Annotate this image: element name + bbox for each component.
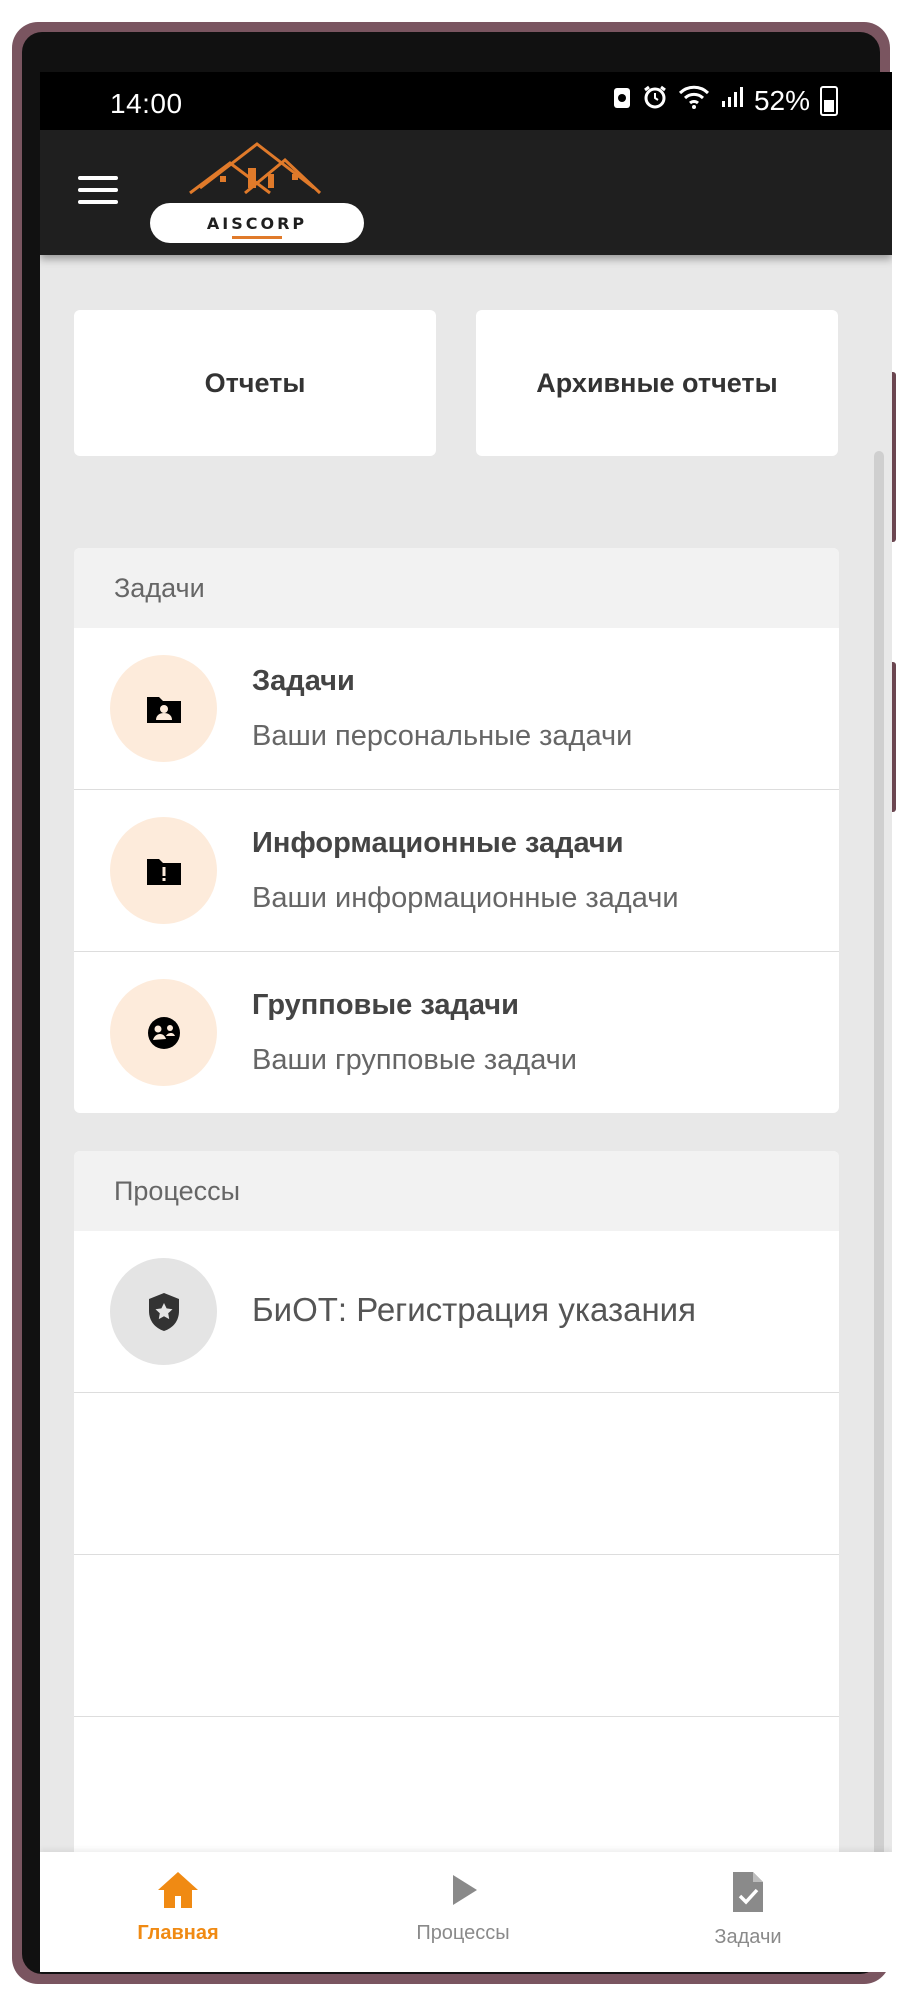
task-row-title: Групповые задачи (252, 988, 519, 1021)
tasks-section: Задачи Задачи Ваши персональные задачи И… (74, 548, 839, 1113)
task-row-personal[interactable]: Задачи Ваши персональные задачи (74, 628, 839, 790)
play-icon (453, 1875, 477, 1905)
logo-text: AISCORP (206, 213, 308, 233)
status-time: 14:00 (110, 88, 183, 119)
wifi-icon (678, 84, 710, 117)
logo-underline (232, 236, 282, 239)
task-row-informational[interactable]: Информационные задачи Ваши информационны… (74, 790, 839, 952)
group-icon (147, 1016, 180, 1049)
processes-section-header: Процессы (74, 1151, 839, 1231)
nav-tasks-label: Задачи (714, 1926, 782, 1948)
folder-person-icon-circle (110, 655, 217, 762)
task-row-text: Задачи Ваши персональные задачи (252, 665, 632, 753)
empty-row (74, 1393, 839, 1555)
task-row-title: Задачи (252, 664, 355, 697)
archived-reports-tile[interactable]: Архивные отчеты (476, 310, 838, 456)
group-icon-circle (110, 979, 217, 1086)
empty-row (74, 1717, 839, 1852)
tasks-section-header: Задачи (74, 548, 839, 628)
shield-star-icon (148, 1292, 179, 1331)
screen: 14:00 52% AISCORP Отчеты Архивные отчеты… (40, 72, 892, 1972)
battery-icon (820, 85, 838, 116)
task-row-subtitle: Ваши персональные задачи (252, 719, 633, 752)
task-row-title: Информационные задачи (252, 826, 624, 859)
task-row-text: Групповые задачи Ваши групповые задачи (252, 989, 577, 1077)
notification-icon (612, 84, 632, 117)
app-bar: AISCORP (40, 130, 892, 255)
folder-alert-icon-circle (110, 817, 217, 924)
process-row[interactable]: БиОТ: Регистрация указания (74, 1231, 839, 1393)
nav-processes-label: Процессы (416, 1922, 510, 1944)
process-row-title: БиОТ: Регистрация указания (252, 1291, 696, 1328)
battery-percent: 52% (753, 84, 810, 116)
status-bar: 14:00 52% (40, 72, 892, 130)
status-icons: 52% (612, 84, 838, 117)
home-icon (158, 1872, 198, 1908)
phone-frame: 14:00 52% AISCORP Отчеты Архивные отчеты… (12, 22, 896, 1984)
app-logo: AISCORP (150, 138, 364, 250)
signal-icon (720, 85, 744, 116)
quick-tiles: Отчеты Архивные отчеты (74, 310, 838, 456)
nav-home[interactable]: Главная (78, 1870, 278, 1945)
bottom-navigation: Главная Процессы Задачи (40, 1852, 892, 1972)
roof-logo-icon (189, 142, 322, 195)
task-row-group[interactable]: Групповые задачи Ваши групповые задачи (74, 952, 839, 1113)
nav-processes[interactable]: Процессы (363, 1870, 563, 1945)
scrollbar[interactable] (874, 451, 884, 1852)
reports-tile[interactable]: Отчеты (74, 310, 436, 456)
task-document-icon (733, 1872, 763, 1912)
task-row-text: Информационные задачи Ваши информационны… (252, 827, 679, 915)
nav-tasks[interactable]: Задачи (648, 1870, 848, 1949)
empty-row (74, 1555, 839, 1717)
folder-person-icon (146, 696, 181, 723)
alarm-icon (642, 84, 668, 117)
hamburger-menu-icon[interactable] (78, 176, 118, 206)
folder-alert-icon (146, 858, 181, 885)
main-content[interactable]: Отчеты Архивные отчеты Задачи Задачи Ваш… (40, 255, 892, 1852)
processes-section: Процессы БиОТ: Регистрация указания (74, 1151, 839, 1852)
shield-star-icon-circle (110, 1258, 217, 1365)
task-row-subtitle: Ваши информационные задачи (252, 881, 679, 914)
task-row-subtitle: Ваши групповые задачи (252, 1043, 577, 1076)
nav-home-label: Главная (137, 1922, 219, 1944)
